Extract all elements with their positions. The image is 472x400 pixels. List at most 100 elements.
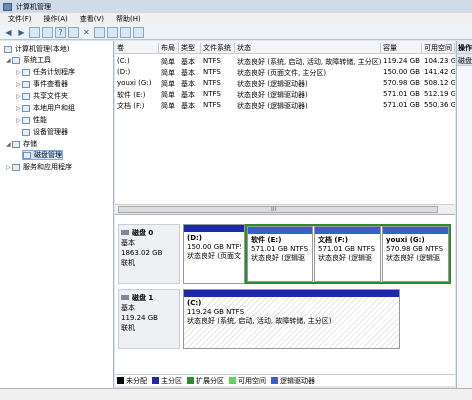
menu-action[interactable]: 操作(A): [44, 14, 68, 24]
col-capacity[interactable]: 容量: [381, 43, 422, 53]
legend-swatch: [187, 377, 194, 384]
legend-swatch: [152, 377, 159, 384]
col-layout[interactable]: 布局: [159, 43, 179, 53]
cell-volume: youxi (G:): [117, 79, 152, 87]
partition-g[interactable]: youxi (G:) 570.98 GB NTFS 状态良好 (逻辑驱: [382, 226, 449, 282]
legend: 未分配 主分区 扩展分区 可用空间 逻辑驱动器: [115, 374, 455, 386]
cell-status: 状态良好 (系统, 启动, 活动, 故障转储, 主分区): [237, 58, 381, 66]
tree-task-scheduler[interactable]: ▷ 任务计划程序: [16, 67, 75, 77]
partition-name: youxi (G:): [386, 236, 425, 244]
search-icon[interactable]: [120, 26, 131, 38]
disk-0-status: 联机: [121, 259, 135, 267]
legend-label: 主分区: [161, 376, 182, 385]
tree-disk-management[interactable]: 磁盘管理: [22, 150, 63, 160]
col-filesystem[interactable]: 文件系统: [201, 43, 235, 53]
cell-status: 状态良好 (逻辑驱动器): [237, 91, 308, 99]
cell-capacity: 571.01 GB: [383, 101, 420, 109]
help-icon[interactable]: ?: [55, 26, 66, 38]
delete-icon[interactable]: ✕: [81, 27, 92, 38]
table-row[interactable]: (D:) 简单 基本 NTFS 状态良好 (页面文件, 主分区) 150.00 …: [115, 67, 455, 77]
shared-folder-icon: [22, 92, 30, 100]
table-row[interactable]: (C:) 简单 基本 NTFS 状态良好 (系统, 启动, 活动, 故障转储, …: [115, 56, 455, 66]
disk-1-info[interactable]: 磁盘 1 基本 119.24 GB 联机: [118, 289, 180, 349]
services-icon: [12, 163, 20, 171]
menu-file[interactable]: 文件(F): [8, 14, 32, 24]
disk-0-type: 基本: [121, 239, 135, 247]
cell-layout: 简单: [161, 80, 175, 88]
tree-performance[interactable]: ▷ 性能: [16, 115, 47, 125]
cell-type: 基本: [181, 91, 195, 99]
legend-primary: 主分区: [152, 376, 182, 386]
partition-e[interactable]: 软件 (E:) 571.01 GB NTFS 状态良好 (逻辑驱: [247, 226, 313, 282]
table-row[interactable]: youxi (G:) 简单 基本 NTFS 状态良好 (逻辑驱动器) 570.9…: [115, 78, 455, 88]
logical-drive-bar: [315, 227, 380, 234]
properties-icon[interactable]: [68, 26, 79, 38]
table-row[interactable]: 软件 (E:) 简单 基本 NTFS 状态良好 (逻辑驱动器) 571.01 G…: [115, 89, 455, 99]
actions-item-disk[interactable]: 磁盘: [457, 54, 472, 66]
legend-label: 扩展分区: [196, 376, 224, 385]
legend-label: 未分配: [126, 376, 147, 385]
col-free[interactable]: 可用空间: [422, 43, 455, 53]
partition-c[interactable]: (C:) 119.24 GB NTFS 状态良好 (系统, 启动, 活动, 故障…: [183, 289, 400, 349]
menu-bar: 文件(F) 操作(A) 查看(V) 帮助(H): [0, 13, 472, 25]
console-tree-icon[interactable]: [42, 26, 53, 38]
cell-free: 104.23 GB: [424, 57, 455, 65]
cell-filesystem: NTFS: [203, 79, 221, 87]
cell-layout: 简单: [161, 91, 175, 99]
tree-system-tools[interactable]: ◢ 系统工具: [6, 55, 51, 65]
menu-view[interactable]: 查看(V): [80, 14, 104, 24]
cell-capacity: 150.00 GB: [383, 68, 420, 76]
cell-filesystem: NTFS: [203, 68, 221, 76]
partition-name: 软件 (E:): [251, 236, 282, 244]
view-icon[interactable]: [133, 26, 144, 38]
legend-swatch: [117, 377, 124, 384]
tree-root[interactable]: 计算机管理(本地): [4, 44, 69, 54]
partition-d[interactable]: (D:) 150.00 GB NTFS 状态良好 (页面文: [183, 224, 245, 284]
cell-filesystem: NTFS: [203, 90, 221, 98]
cell-status: 状态良好 (逻辑驱动器): [237, 102, 308, 110]
legend-swatch: [271, 377, 278, 384]
tree-disk-management-label: 磁盘管理: [34, 151, 62, 159]
legend-logical: 逻辑驱动器: [271, 376, 315, 386]
primary-partition-bar: [184, 225, 244, 232]
tree-shared-folders[interactable]: ▷ 共享文件夹: [16, 91, 68, 101]
open-icon[interactable]: [107, 26, 118, 38]
cell-free: 512.19 GB: [424, 90, 455, 98]
tree-storage-label: 存储: [23, 140, 37, 148]
partition-status: 状态良好 (页面文: [187, 252, 241, 260]
partition-status: 状态良好 (逻辑驱: [386, 254, 440, 262]
disk-1-name: 磁盘 1: [132, 294, 154, 302]
tree-system-tools-label: 系统工具: [23, 56, 51, 64]
tree-services[interactable]: ▷ 服务和应用程序: [6, 162, 72, 172]
horizontal-scrollbar[interactable]: III: [115, 204, 455, 213]
table-row[interactable]: 文档 (F:) 简单 基本 NTFS 状态良好 (逻辑驱动器) 571.01 G…: [115, 100, 455, 110]
cell-status: 状态良好 (逻辑驱动器): [237, 80, 308, 88]
up-folder-icon[interactable]: [29, 26, 40, 38]
export-icon[interactable]: [94, 26, 105, 38]
partition-f[interactable]: 文档 (F:) 571.01 GB NTFS 状态良好 (逻辑驱: [314, 226, 381, 282]
scrollbar-thumb[interactable]: III: [118, 206, 438, 213]
tree-local-users-label: 本地用户和组: [33, 104, 75, 112]
cell-filesystem: NTFS: [203, 57, 221, 65]
cell-layout: 简单: [161, 102, 175, 110]
tree-event-viewer[interactable]: ▷ 事件查看器: [16, 79, 68, 89]
tree-local-users[interactable]: ▷ 本地用户和组: [16, 103, 75, 113]
cell-filesystem: NTFS: [203, 101, 221, 109]
col-type[interactable]: 类型: [179, 43, 201, 53]
disk-0-info[interactable]: 磁盘 0 基本 1863.02 GB 联机: [118, 224, 180, 284]
legend-swatch: [229, 377, 236, 384]
cell-capacity: 570.98 GB: [383, 79, 420, 87]
back-icon[interactable]: ◀: [3, 27, 14, 38]
list-header: 卷 布局 类型 文件系统 状态 容量 可用空间: [115, 41, 455, 54]
col-status[interactable]: 状态: [235, 43, 381, 53]
cell-type: 基本: [181, 58, 195, 66]
forward-icon[interactable]: ▶: [16, 27, 27, 38]
cell-layout: 简单: [161, 69, 175, 77]
tree-device-manager[interactable]: 设备管理器: [22, 127, 68, 137]
tree-storage[interactable]: ◢ 存储: [6, 139, 37, 149]
partition-size: 571.01 GB NTFS: [318, 245, 376, 253]
col-volume[interactable]: 卷: [115, 43, 159, 53]
partition-status: 状态良好 (系统, 启动, 活动, 故障转储, 主分区): [187, 317, 332, 325]
cell-free: 141.42 GB: [424, 68, 455, 76]
menu-help[interactable]: 帮助(H): [116, 14, 141, 24]
